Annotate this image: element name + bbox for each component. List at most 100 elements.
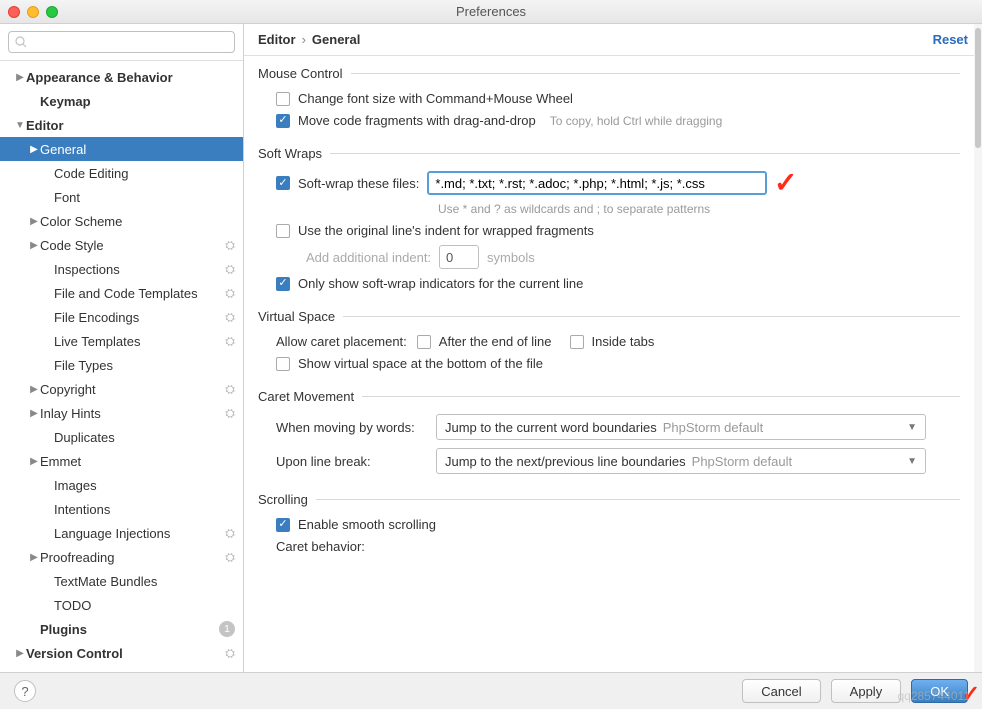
label-only-show-indicators: Only show soft-wrap indicators for the c…: [298, 276, 583, 291]
sidebar-item[interactable]: File Encodings⛭: [0, 305, 243, 329]
sidebar-item[interactable]: File and Code Templates⛭: [0, 281, 243, 305]
sidebar-item-label: Font: [54, 190, 243, 205]
sidebar-item[interactable]: ▶Proofreading⛭: [0, 545, 243, 569]
label-change-font-size: Change font size with Command+Mouse Whee…: [298, 91, 573, 106]
select-moving-by-words[interactable]: Jump to the current word boundaries PhpS…: [436, 414, 926, 440]
group-mouse-control: Mouse Control: [258, 66, 960, 81]
sidebar-item[interactable]: ▶General: [0, 137, 243, 161]
checkbox-virtual-bottom[interactable]: [276, 357, 290, 371]
apply-button[interactable]: Apply: [831, 679, 902, 703]
sidebar-item-label: Images: [54, 478, 243, 493]
sidebar-item[interactable]: TextMate Bundles: [0, 569, 243, 593]
sidebar-item[interactable]: Keymap: [0, 89, 243, 113]
checkbox-soft-wrap-files[interactable]: [276, 176, 290, 190]
gear-icon: ⛭: [225, 262, 235, 277]
label-after-end-of-line: After the end of line: [439, 334, 552, 349]
sidebar-item[interactable]: Language Injections⛭: [0, 521, 243, 545]
sidebar-item-label: Inlay Hints: [40, 406, 225, 421]
sidebar-item-label: Proofreading: [40, 550, 225, 565]
chevron-right-icon[interactable]: ▶: [14, 648, 26, 659]
input-soft-wrap-patterns[interactable]: [427, 171, 767, 195]
sidebar-item-label: File and Code Templates: [54, 286, 225, 301]
sidebar-item-label: Intentions: [54, 502, 243, 517]
chevron-down-icon: ▼: [907, 422, 917, 433]
sidebar-item[interactable]: ▼Editor: [0, 113, 243, 137]
gear-icon: ⛭: [225, 406, 235, 421]
sidebar-item[interactable]: Live Templates⛭: [0, 329, 243, 353]
search-field[interactable]: [31, 35, 228, 49]
gear-icon: ⛭: [225, 334, 235, 349]
reset-button[interactable]: Reset: [933, 32, 968, 47]
label-smooth-scrolling: Enable smooth scrolling: [298, 517, 436, 532]
sidebar-item[interactable]: Plugins1: [0, 617, 243, 641]
sidebar-item[interactable]: Intentions: [0, 497, 243, 521]
chevron-right-icon[interactable]: ▶: [14, 72, 26, 83]
scrollbar[interactable]: [974, 24, 982, 672]
sidebar-item-label: TextMate Bundles: [54, 574, 243, 589]
sidebar-item-label: TODO: [54, 598, 243, 613]
content-pane: Mouse Control Change font size with Comm…: [244, 56, 982, 672]
checkbox-inside-tabs[interactable]: [570, 335, 584, 349]
checkbox-use-original-indent[interactable]: [276, 224, 290, 238]
chevron-right-icon[interactable]: ▶: [28, 408, 40, 419]
sidebar-item-label: Duplicates: [54, 430, 243, 445]
scrollbar-thumb[interactable]: [975, 28, 981, 148]
help-button[interactable]: ?: [14, 680, 36, 702]
sidebar-item-label: Plugins: [40, 622, 219, 637]
sidebar-item[interactable]: Duplicates: [0, 425, 243, 449]
search-icon: [15, 36, 27, 48]
checkbox-move-fragments[interactable]: [276, 114, 290, 128]
sidebar-item-label: Live Templates: [54, 334, 225, 349]
chevron-down-icon[interactable]: ▼: [14, 120, 26, 131]
cancel-button[interactable]: Cancel: [742, 679, 820, 703]
checkbox-only-show-indicators[interactable]: [276, 277, 290, 291]
sidebar-item[interactable]: ▶Inlay Hints⛭: [0, 401, 243, 425]
badge: 1: [219, 621, 235, 637]
sidebar-item[interactable]: ▶Copyright⛭: [0, 377, 243, 401]
select-upon-line-break[interactable]: Jump to the next/previous line boundarie…: [436, 448, 926, 474]
sidebar: ▶Appearance & BehaviorKeymap▼Editor▶Gene…: [0, 24, 244, 672]
sidebar-item-label: Appearance & Behavior: [26, 70, 243, 85]
crumb-editor[interactable]: Editor: [258, 32, 296, 47]
label-symbols: symbols: [487, 250, 535, 265]
label-inside-tabs: Inside tabs: [592, 334, 655, 349]
checkbox-change-font-size[interactable]: [276, 92, 290, 106]
sidebar-item[interactable]: ▶Appearance & Behavior: [0, 65, 243, 89]
chevron-right-icon[interactable]: ▶: [28, 216, 40, 227]
footer: ? Cancel Apply OK ✓: [0, 672, 982, 709]
settings-tree[interactable]: ▶Appearance & BehaviorKeymap▼Editor▶Gene…: [0, 61, 243, 672]
sidebar-item[interactable]: Font: [0, 185, 243, 209]
breadcrumb: Editor › General Reset: [244, 24, 982, 56]
search-input[interactable]: [8, 31, 235, 53]
gear-icon: ⛭: [225, 238, 235, 253]
label-virtual-bottom: Show virtual space at the bottom of the …: [298, 356, 543, 371]
chevron-right-icon[interactable]: ▶: [28, 144, 40, 155]
sidebar-item[interactable]: ▶Emmet: [0, 449, 243, 473]
chevron-right-icon[interactable]: ▶: [28, 456, 40, 467]
label-add-indent: Add additional indent:: [306, 250, 431, 265]
sidebar-item[interactable]: ▶Version Control⛭: [0, 641, 243, 665]
chevron-right-icon[interactable]: ▶: [28, 240, 40, 251]
label-upon-line-break: Upon line break:: [276, 454, 436, 469]
sidebar-item[interactable]: ▶Code Style⛭: [0, 233, 243, 257]
crumb-general: General: [312, 32, 360, 47]
label-caret-behavior: Caret behavior:: [276, 539, 365, 554]
sidebar-item-label: Emmet: [40, 454, 243, 469]
sidebar-item[interactable]: File Types: [0, 353, 243, 377]
gear-icon: ⛭: [225, 550, 235, 565]
label-soft-wrap-files: Soft-wrap these files:: [298, 176, 419, 191]
chevron-right-icon[interactable]: ▶: [28, 552, 40, 563]
gear-icon: ⛭: [225, 286, 235, 301]
sidebar-item[interactable]: TODO: [0, 593, 243, 617]
sidebar-item-label: Editor: [26, 118, 243, 133]
checkbox-after-end-of-line[interactable]: [417, 335, 431, 349]
gear-icon: ⛭: [225, 646, 235, 661]
sidebar-item[interactable]: Images: [0, 473, 243, 497]
checkbox-smooth-scrolling[interactable]: [276, 518, 290, 532]
sidebar-item[interactable]: Code Editing: [0, 161, 243, 185]
label-moving-by-words: When moving by words:: [276, 420, 436, 435]
chevron-right-icon[interactable]: ▶: [28, 384, 40, 395]
sidebar-item[interactable]: Inspections⛭: [0, 257, 243, 281]
crumb-sep-icon: ›: [302, 32, 306, 47]
sidebar-item[interactable]: ▶Color Scheme: [0, 209, 243, 233]
